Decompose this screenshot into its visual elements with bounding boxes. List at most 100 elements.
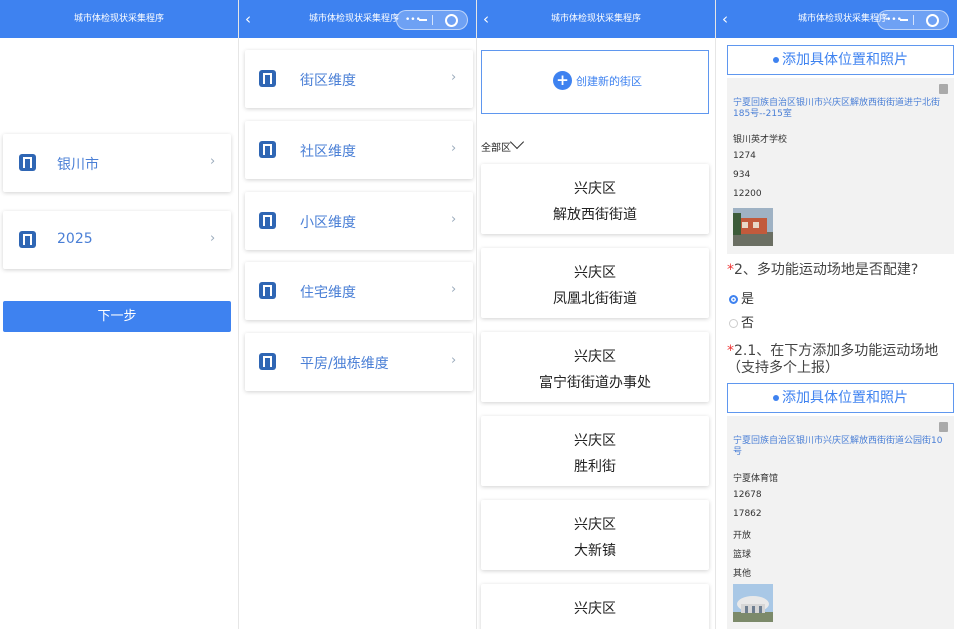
- building-icon: [259, 70, 276, 87]
- city-label: 银川市: [57, 157, 99, 173]
- dimension-label: 社区维度: [300, 144, 356, 160]
- year-selector[interactable]: 2025 ›: [3, 211, 231, 269]
- nav-title: 城市体检现状采集程序: [73, 14, 164, 24]
- record-address[interactable]: 宁夏回族自治区银川市兴庆区解放西街街道公园街10号: [733, 436, 947, 458]
- dimension-item-community[interactable]: 社区维度 ›: [245, 121, 473, 179]
- add-location-photo-button[interactable]: 添加具体位置和照片: [727, 383, 954, 413]
- add-location-photo-button[interactable]: 添加具体位置和照片: [727, 45, 954, 75]
- trash-icon[interactable]: [939, 422, 948, 432]
- district-name: 兴庆区: [574, 433, 616, 449]
- district-card[interactable]: 兴庆区 解放西街街道: [481, 164, 709, 234]
- option-label: 否: [741, 316, 755, 331]
- nav-bar: ‹ 城市体检现状采集程序: [477, 0, 715, 38]
- panel-dimensions: ‹ 城市体检现状采集程序 ••• 街区维度 › 社区维度 › 小区维度 › 住宅…: [239, 0, 476, 629]
- nav-bar: ‹ 城市体检现状采集程序 •••: [716, 0, 957, 38]
- chevron-right-icon: ›: [451, 70, 457, 85]
- capsule-divider: [913, 15, 914, 25]
- radio-unselected-icon[interactable]: [729, 319, 738, 328]
- dimension-item-residence[interactable]: 住宅维度 ›: [245, 262, 473, 320]
- building-icon: [19, 231, 36, 248]
- record-value: 934: [733, 170, 751, 180]
- district-card[interactable]: 兴庆区 凤凰北街街道: [481, 248, 709, 318]
- panel-city-year: 城市体检现状采集程序 银川市 › 2025 › 下一步: [0, 0, 238, 629]
- panel-form: ‹ 城市体检现状采集程序 ••• 添加具体位置和照片 宁夏回族自治区银川市兴庆区…: [716, 0, 957, 629]
- district-name: 兴庆区: [574, 517, 616, 533]
- district-name: 兴庆区: [574, 265, 616, 281]
- dimension-item-bungalow[interactable]: 平房/独栋维度 ›: [245, 333, 473, 391]
- street-name: 大新镇: [574, 543, 616, 559]
- district-card[interactable]: 兴庆区 富宁街街道办事处: [481, 332, 709, 402]
- district-name: 兴庆区: [574, 181, 616, 197]
- close-circle-icon[interactable]: [445, 14, 458, 27]
- dimension-item-block[interactable]: 街区维度 ›: [245, 50, 473, 108]
- district-card[interactable]: 兴庆区 胜利街: [481, 416, 709, 486]
- next-step-button[interactable]: 下一步: [3, 301, 231, 332]
- dimension-label: 平房/独栋维度: [300, 356, 389, 372]
- record-value: 17862: [733, 509, 762, 519]
- city-selector[interactable]: 银川市 ›: [3, 134, 231, 192]
- chevron-right-icon: ›: [451, 282, 457, 297]
- record-value: 开放: [733, 531, 752, 541]
- add-location-label: 添加具体位置和照片: [782, 52, 908, 68]
- district-card[interactable]: 兴庆区: [481, 584, 709, 629]
- panel-districts: ‹ 城市体检现状采集程序 + 创建新的街区 全部区 兴庆区 解放西街街道 兴庆区…: [477, 0, 715, 629]
- record-value: 宁夏体育馆: [733, 474, 779, 484]
- year-label: 2025: [57, 231, 93, 247]
- radio-selected-icon[interactable]: [729, 295, 738, 304]
- location-record: 宁夏回族自治区银川市兴庆区解放西街街道进宁北街185号--215室 银川英才学校…: [727, 78, 954, 254]
- street-name: 凤凰北街街道: [553, 291, 637, 307]
- district-card[interactable]: 兴庆区 大新镇: [481, 500, 709, 570]
- filter-label: 全部区: [481, 143, 511, 154]
- chevron-right-icon: ›: [451, 212, 457, 227]
- chevron-right-icon: ›: [210, 231, 216, 246]
- building-icon: [259, 282, 276, 299]
- record-photo[interactable]: [733, 208, 773, 246]
- dot-icon: [773, 395, 779, 401]
- capsule-divider: [432, 15, 433, 25]
- mini-program-capsule[interactable]: •••: [877, 10, 949, 30]
- trash-icon[interactable]: [939, 84, 948, 94]
- back-icon[interactable]: ‹: [245, 0, 251, 38]
- required-mark: *: [727, 343, 734, 359]
- nav-bar: 城市体检现状采集程序: [0, 0, 238, 38]
- question-2: *2、多功能运动场地是否配建?: [727, 262, 955, 279]
- required-mark: *: [727, 262, 734, 278]
- record-address[interactable]: 宁夏回族自治区银川市兴庆区解放西街街道进宁北街185号--215室: [733, 98, 947, 120]
- record-value: 1274: [733, 151, 756, 161]
- close-circle-icon[interactable]: [926, 14, 939, 27]
- plus-circle-icon: +: [553, 71, 572, 90]
- district-name: 兴庆区: [574, 601, 616, 617]
- option-yes[interactable]: 是: [729, 288, 754, 307]
- question-text: 多功能运动场地是否配建?: [756, 262, 919, 278]
- dimension-item-neighborhood[interactable]: 小区维度 ›: [245, 192, 473, 250]
- location-record: 宁夏回族自治区银川市兴庆区解放西街街道公园街10号 宁夏体育馆 12678 17…: [727, 416, 954, 629]
- record-photo[interactable]: [733, 584, 773, 622]
- nav-title: 城市体检现状采集程序: [798, 14, 889, 24]
- record-value: 篮球: [733, 550, 752, 560]
- street-name: 解放西街街道: [553, 207, 637, 223]
- minimize-icon[interactable]: [900, 19, 908, 21]
- nav-title: 城市体检现状采集程序: [550, 14, 641, 24]
- nav-bar: ‹ 城市体检现状采集程序 •••: [239, 0, 476, 38]
- street-name: 胜利街: [574, 459, 616, 475]
- district-filter[interactable]: 全部区: [481, 134, 525, 154]
- minimize-icon[interactable]: [419, 19, 427, 21]
- nav-title: 城市体检现状采集程序: [309, 14, 400, 24]
- building-icon: [259, 353, 276, 370]
- building-icon: [19, 154, 36, 171]
- question-number: 2.1、: [734, 343, 771, 359]
- district-name: 兴庆区: [574, 349, 616, 365]
- record-value: 12678: [733, 490, 762, 500]
- record-value: 银川英才学校: [733, 135, 788, 145]
- chevron-right-icon: ›: [451, 353, 457, 368]
- building-icon: [259, 212, 276, 229]
- chevron-right-icon: ›: [451, 141, 457, 156]
- question-number: 2、: [734, 262, 757, 278]
- mini-program-capsule[interactable]: •••: [396, 10, 468, 30]
- record-value: 其他: [733, 569, 752, 579]
- back-icon[interactable]: ‹: [722, 0, 728, 38]
- option-no[interactable]: 否: [729, 312, 754, 331]
- create-block-button[interactable]: + 创建新的街区: [481, 50, 709, 114]
- add-location-label: 添加具体位置和照片: [782, 390, 908, 406]
- record-value: 12200: [733, 189, 762, 199]
